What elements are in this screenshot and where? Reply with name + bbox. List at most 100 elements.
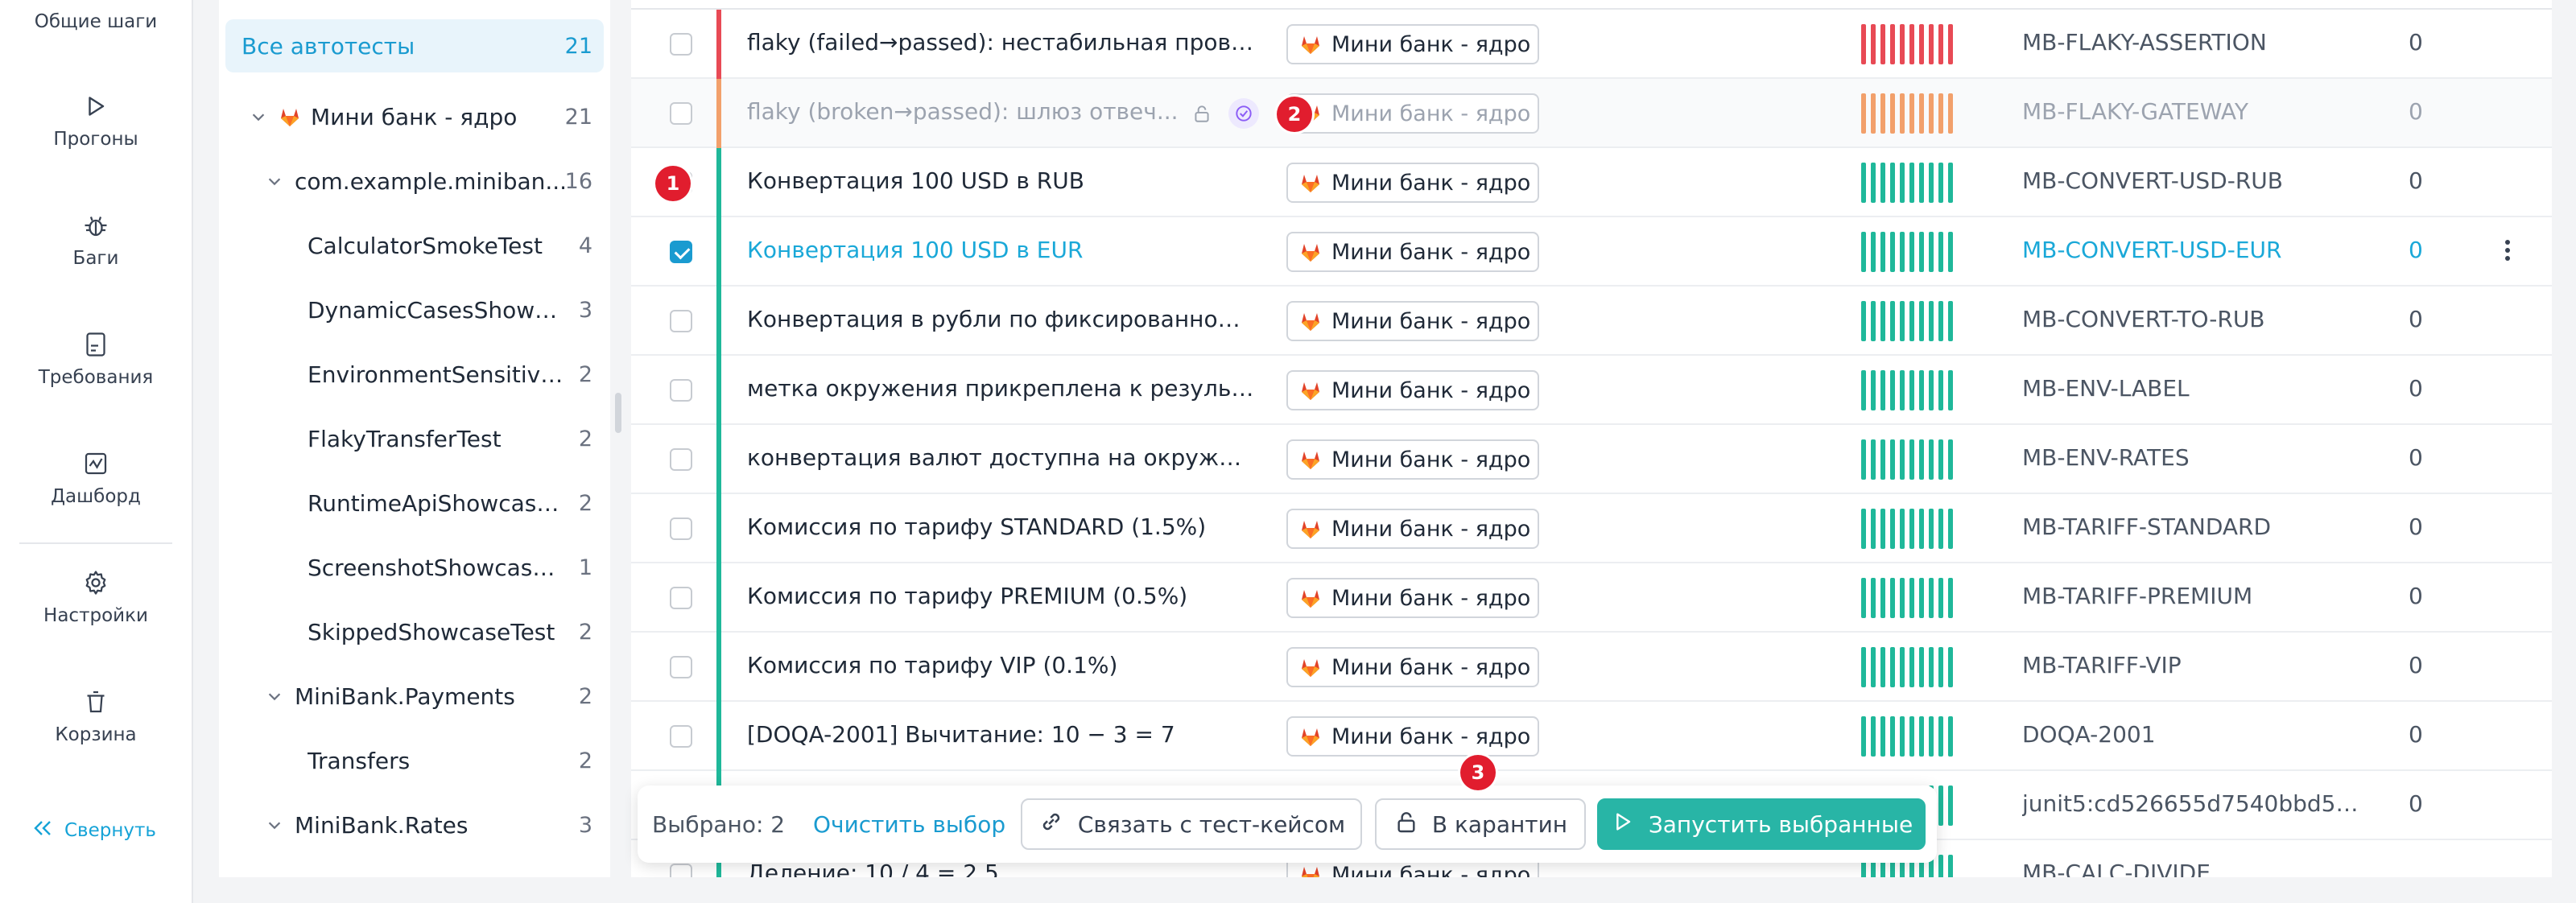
link-test-case-button[interactable]: Связать с тест-кейсом xyxy=(1021,798,1362,850)
chevron-down-icon[interactable] xyxy=(266,816,283,834)
row-checkbox[interactable] xyxy=(670,102,692,125)
test-title[interactable]: [DOQA-2001] Вычитание: 10 − 3 = 7 xyxy=(747,721,1254,748)
tree-item-all-tests[interactable]: Все автотесты 21 xyxy=(225,19,604,72)
test-title[interactable]: Комиссия по тарифу PREMIUM (0.5%) xyxy=(747,583,1254,609)
panel-resize-handle[interactable] xyxy=(615,393,621,433)
run-history-bar xyxy=(1938,439,1943,480)
table-row[interactable]: [DOQA-2001] Вычитание: 10 − 3 = 7 Мини ба… xyxy=(631,702,2552,771)
tree-item-package[interactable]: com.example.miniban... 16 xyxy=(225,155,604,208)
chevron-down-icon[interactable] xyxy=(266,687,283,705)
table-row[interactable]: Конвертация в рубли по фиксированному к.… xyxy=(631,287,2552,356)
run-history-bar xyxy=(1890,439,1895,480)
bug-icon xyxy=(81,211,110,240)
run-history-bar xyxy=(1938,232,1943,272)
tree-item-label: FlakyTransferTest xyxy=(308,425,502,452)
run-history xyxy=(1861,93,1953,134)
chevron-down-icon[interactable] xyxy=(250,108,267,126)
tree-item-class[interactable]: SkippedShowcaseTest 2 xyxy=(225,605,604,658)
row-checkbox[interactable] xyxy=(670,241,692,263)
run-history-bar xyxy=(1890,370,1895,410)
nav-item-runs[interactable]: Прогоны xyxy=(0,92,192,150)
tree-item-class[interactable]: CalculatorSmokeTest 4 xyxy=(225,219,604,272)
tree-item-class[interactable]: FlakyTransferTest 2 xyxy=(225,412,604,465)
nav-item-dashboard[interactable]: Дашборд xyxy=(0,449,192,507)
run-history-bar xyxy=(1909,716,1914,757)
tree-item-package[interactable]: MiniBank.Rates 3 xyxy=(225,798,604,851)
row-checkbox[interactable] xyxy=(670,656,692,678)
nav-item-bugs[interactable]: Баги xyxy=(0,211,192,269)
row-checkbox[interactable] xyxy=(670,587,692,609)
run-history-bar xyxy=(1871,716,1876,757)
status-stripe xyxy=(716,10,721,79)
nav-item-common-steps[interactable]: Общие шаги xyxy=(0,11,192,32)
test-title[interactable]: Конвертация в рубли по фиксированному к.… xyxy=(747,306,1254,332)
table-row[interactable]: Комиссия по тарифу VIP (0.1%) Мини банк -… xyxy=(631,633,2552,702)
project-label: Мини банк - ядро xyxy=(1331,308,1531,334)
row-checkbox[interactable] xyxy=(670,725,692,748)
table-row[interactable]: Конвертация 100 USD в EUR Мини банк - ядр… xyxy=(631,217,2552,287)
nav-item-settings[interactable]: Настройки xyxy=(0,568,192,626)
tree-item-label: ScreenshotShowcase... xyxy=(308,554,565,581)
status-stripe xyxy=(716,633,721,702)
chevron-down-icon[interactable] xyxy=(266,172,283,190)
test-key: MB-FLAKY-GATEWAY xyxy=(2022,98,2248,125)
table-row[interactable]: конвертация валют доступна на окружении М… xyxy=(631,425,2552,494)
collapse-button[interactable]: Свернуть xyxy=(32,819,156,842)
test-title[interactable]: Комиссия по тарифу VIP (0.1%) xyxy=(747,652,1254,678)
gear-icon xyxy=(81,568,110,597)
tree-item-count: 16 xyxy=(564,168,592,194)
row-checkbox[interactable] xyxy=(670,33,692,56)
quarantine-button[interactable]: В карантин xyxy=(1375,798,1586,850)
tree-item-count: 2 xyxy=(578,490,592,516)
test-title[interactable]: flaky (broken→passed): шлюз отвеч... xyxy=(747,98,1182,125)
nav-item-label: Прогоны xyxy=(53,129,138,150)
run-history-bar xyxy=(1880,370,1885,410)
test-title[interactable]: Комиссия по тарифу STANDARD (1.5%) xyxy=(747,513,1254,540)
clear-selection-link[interactable]: Очистить выбор xyxy=(813,811,1005,838)
run-history-bar xyxy=(1929,370,1934,410)
tree-item-class[interactable]: ScreenshotShowcase... 1 xyxy=(225,541,604,594)
defects-count: 0 xyxy=(2409,167,2423,194)
tree-item-project[interactable]: Мини банк - ядро 21 xyxy=(225,90,604,143)
run-history-bar xyxy=(1919,93,1924,134)
tree-item-class[interactable]: Transfers 2 xyxy=(225,734,604,787)
defects-count: 0 xyxy=(2409,237,2423,263)
run-history-bar xyxy=(1938,716,1943,757)
run-selected-button[interactable]: Запустить выбранные xyxy=(1597,798,1926,850)
table-row[interactable]: Комиссия по тарифу PREMIUM (0.5%) Мини ба… xyxy=(631,563,2552,633)
test-key: MB-TARIFF-STANDARD xyxy=(2022,513,2272,540)
run-history-bar xyxy=(1948,785,1953,826)
defects-count: 0 xyxy=(2409,652,2423,678)
tree-item-class[interactable]: EnvironmentSensitive... 2 xyxy=(225,348,604,401)
test-title[interactable]: flaky (failed→passed): нестабильная пров… xyxy=(747,29,1254,56)
tree-item-class[interactable]: DynamicCasesShowc... 3 xyxy=(225,283,604,336)
run-history-bar xyxy=(1909,163,1914,203)
test-title[interactable]: Конвертация 100 USD в RUB xyxy=(747,167,1254,194)
test-title[interactable]: метка окружения прикреплена к результату xyxy=(747,375,1254,402)
table-row[interactable]: flaky (broken→passed): шлюз отвеч... Мини… xyxy=(631,79,2552,148)
nav-item-requirements[interactable]: Требования xyxy=(0,330,192,388)
row-checkbox[interactable] xyxy=(670,517,692,540)
run-history-bar xyxy=(1938,785,1943,826)
project-label: Мини банк - ядро xyxy=(1331,101,1531,126)
run-history-bar xyxy=(1900,647,1905,687)
status-stripe xyxy=(716,287,721,356)
row-checkbox[interactable] xyxy=(670,864,692,877)
row-checkbox[interactable] xyxy=(670,310,692,332)
tree-item-count: 1 xyxy=(578,555,592,580)
tree-item-package[interactable]: MiniBank.Payments 2 xyxy=(225,670,604,723)
table-row[interactable]: метка окружения прикреплена к результату… xyxy=(631,356,2552,425)
left-navigation: Общие шаги Прогоны Баги Требования Дашбо… xyxy=(0,0,193,903)
run-history-bar xyxy=(1929,24,1934,64)
row-checkbox[interactable] xyxy=(670,379,692,402)
row-checkbox[interactable] xyxy=(670,448,692,471)
tree-item-class[interactable]: RuntimeApiShowcase... 2 xyxy=(225,476,604,530)
table-row[interactable]: Конвертация 100 USD в RUB Мини банк - ядр… xyxy=(631,148,2552,217)
table-row[interactable]: flaky (failed→passed): нестабильная пров… xyxy=(631,10,2552,79)
nav-item-trash[interactable]: Корзина xyxy=(0,687,192,745)
more-actions-icon[interactable] xyxy=(2505,240,2512,264)
test-title[interactable]: конвертация валют доступна на окружении xyxy=(747,444,1254,471)
table-row[interactable]: Комиссия по тарифу STANDARD (1.5%) Мини б… xyxy=(631,494,2552,563)
play-icon xyxy=(81,92,110,121)
test-title[interactable]: Конвертация 100 USD в EUR xyxy=(747,237,1254,263)
